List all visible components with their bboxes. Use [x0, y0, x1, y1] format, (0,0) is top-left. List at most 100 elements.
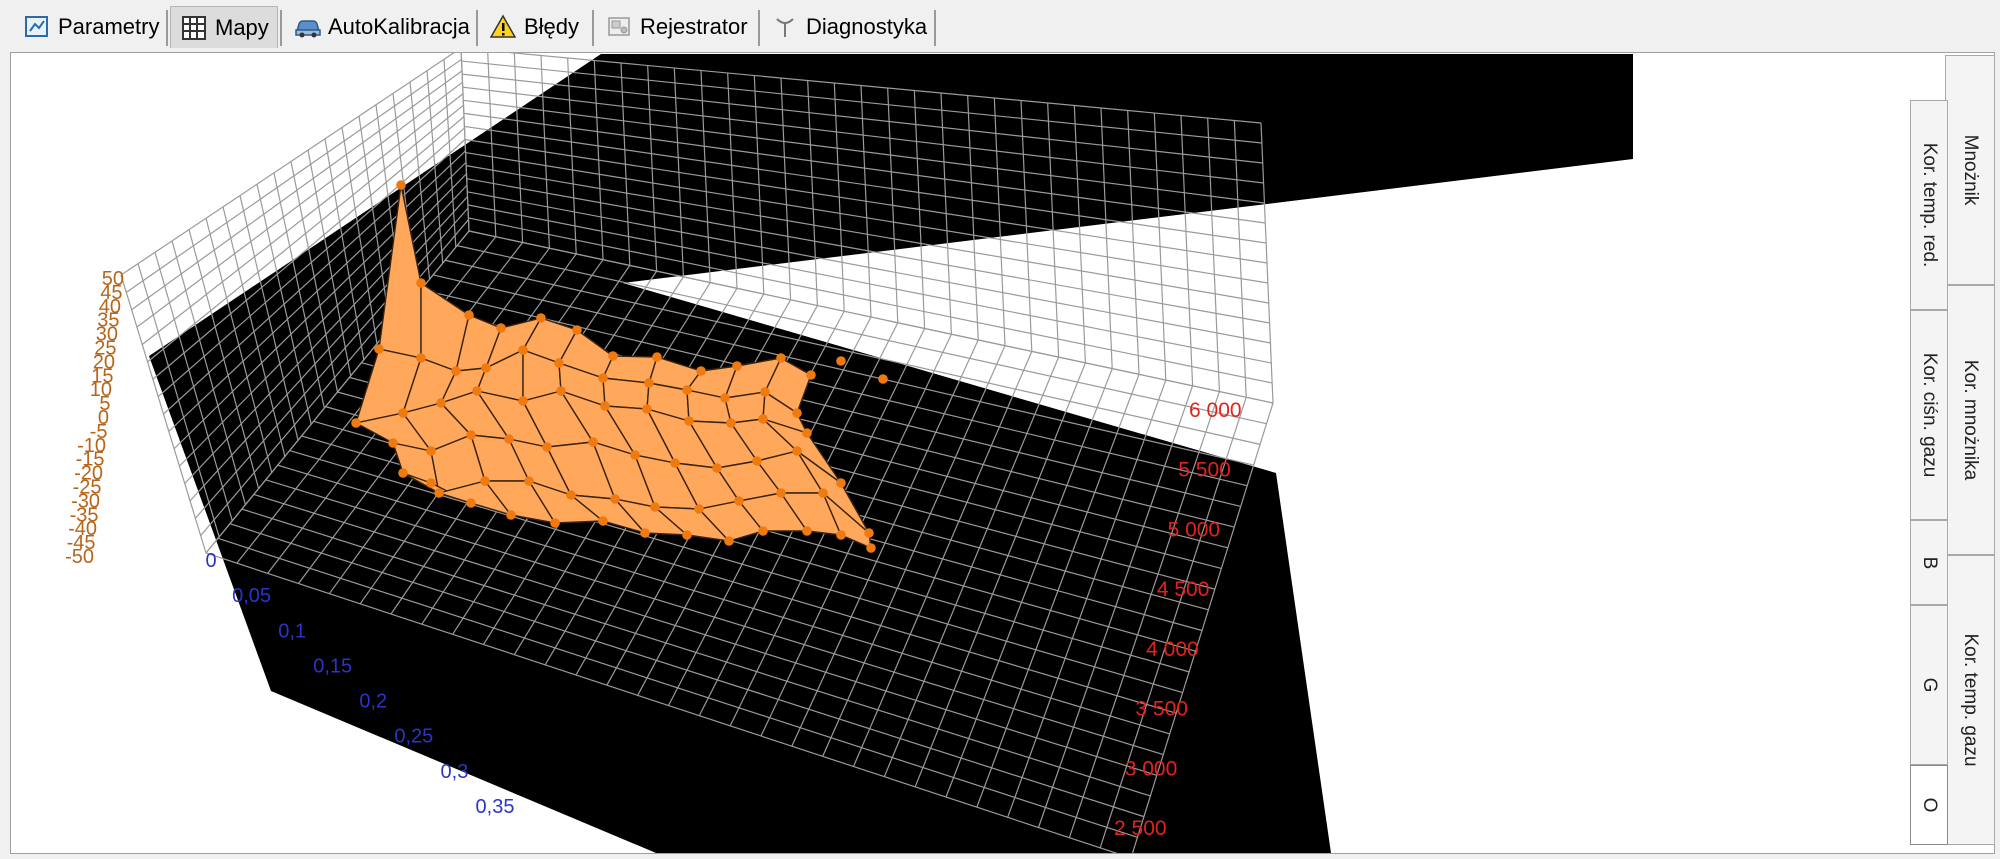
data-point[interactable]: [792, 408, 802, 418]
tab-mapy[interactable]: Mapy: [170, 6, 278, 48]
data-point[interactable]: [806, 370, 816, 380]
side-tab-kor-mnoznika[interactable]: Kor. mnożnika: [1945, 285, 1995, 555]
side-tab-mnoznik[interactable]: Mnożnik: [1945, 55, 1995, 285]
data-point[interactable]: [650, 502, 660, 512]
data-point[interactable]: [588, 437, 598, 447]
data-point[interactable]: [600, 401, 610, 411]
data-point[interactable]: [642, 404, 652, 414]
data-point[interactable]: [388, 438, 398, 448]
data-point[interactable]: [536, 313, 546, 323]
data-point[interactable]: [734, 496, 744, 506]
data-point[interactable]: [398, 408, 408, 418]
side-tab-label: Kor. mnożnika: [1960, 359, 1981, 481]
data-point[interactable]: [726, 418, 736, 428]
data-point[interactable]: [752, 456, 762, 466]
side-tab-kor-temp-gazu[interactable]: Kor. temp. gazu: [1945, 555, 1995, 845]
data-point[interactable]: [504, 434, 514, 444]
data-point[interactable]: [556, 386, 566, 396]
data-point[interactable]: [542, 442, 552, 452]
data-point[interactable]: [684, 416, 694, 426]
data-point[interactable]: [802, 526, 812, 536]
data-point[interactable]: [572, 325, 582, 335]
data-point[interactable]: [472, 386, 482, 396]
data-point[interactable]: [866, 543, 876, 553]
data-point[interactable]: [351, 418, 361, 428]
data-point[interactable]: [792, 446, 802, 456]
data-point[interactable]: [836, 530, 846, 540]
data-point[interactable]: [640, 528, 650, 538]
data-point[interactable]: [630, 450, 640, 460]
data-point[interactable]: [398, 468, 408, 478]
side-tab-o[interactable]: O: [1910, 765, 1948, 845]
tab-rejestrator[interactable]: Rejestrator: [596, 6, 756, 48]
data-point[interactable]: [554, 358, 564, 368]
tab-bledy[interactable]: Błędy: [480, 6, 590, 48]
parameters-icon: [24, 14, 50, 40]
data-point[interactable]: [396, 180, 406, 190]
tab-separator: [758, 10, 760, 46]
data-point[interactable]: [466, 498, 476, 508]
data-point[interactable]: [644, 378, 654, 388]
data-point[interactable]: [374, 344, 384, 354]
data-point[interactable]: [426, 478, 436, 488]
data-point[interactable]: [758, 526, 768, 536]
data-point[interactable]: [694, 504, 704, 514]
side-tab-b[interactable]: B: [1910, 520, 1948, 605]
x-tick-label: 0,15: [313, 655, 352, 677]
side-tab-g[interactable]: G: [1910, 605, 1948, 765]
side-tab-kor-cisn-gazu[interactable]: Kor. ciśn. gazu: [1910, 310, 1948, 520]
data-point[interactable]: [451, 366, 461, 376]
data-point[interactable]: [480, 476, 490, 486]
data-point[interactable]: [682, 385, 692, 395]
data-point[interactable]: [426, 446, 436, 456]
data-point[interactable]: [670, 458, 680, 468]
data-point[interactable]: [506, 510, 516, 520]
data-point[interactable]: [864, 528, 874, 538]
data-point[interactable]: [696, 366, 706, 376]
data-point[interactable]: [518, 396, 528, 406]
data-point[interactable]: [518, 345, 528, 355]
data-point[interactable]: [608, 351, 618, 361]
data-point[interactable]: [836, 356, 846, 366]
data-point[interactable]: [776, 488, 786, 498]
data-point[interactable]: [724, 536, 734, 546]
surface-3d-chart[interactable]: 50454035302520151050-5-10-15-20-25-30-35…: [11, 53, 1906, 853]
x-tick-label: 0,05: [232, 585, 271, 607]
x-tick-label: 0: [205, 550, 216, 572]
side-tab-kor-temp-red[interactable]: Kor. temp. red.: [1910, 100, 1948, 310]
data-point[interactable]: [466, 430, 476, 440]
data-point[interactable]: [818, 488, 828, 498]
data-point[interactable]: [732, 361, 742, 371]
y-tick-label: 6 000: [1189, 399, 1242, 422]
data-point[interactable]: [720, 393, 730, 403]
data-point[interactable]: [598, 516, 608, 526]
data-point[interactable]: [712, 463, 722, 473]
data-point[interactable]: [758, 414, 768, 424]
data-point[interactable]: [598, 373, 608, 383]
x-tick-label: 0,2: [359, 691, 387, 713]
data-point[interactable]: [416, 278, 426, 288]
data-point[interactable]: [416, 353, 426, 363]
data-point[interactable]: [776, 353, 786, 363]
side-tab-label: B: [1919, 556, 1940, 569]
data-point[interactable]: [434, 488, 444, 498]
data-point[interactable]: [836, 478, 846, 488]
tab-parametry[interactable]: Parametry: [14, 6, 164, 48]
tab-autokalibracja[interactable]: AutoKalibracja: [284, 6, 474, 48]
data-point[interactable]: [652, 352, 662, 362]
data-point[interactable]: [481, 363, 491, 373]
data-point[interactable]: [464, 310, 474, 320]
data-point[interactable]: [760, 387, 770, 397]
data-point[interactable]: [496, 323, 506, 333]
data-point[interactable]: [566, 490, 576, 500]
data-point[interactable]: [524, 476, 534, 486]
data-point[interactable]: [802, 428, 812, 438]
data-point[interactable]: [878, 374, 888, 384]
tab-separator: [166, 10, 168, 46]
data-point[interactable]: [550, 518, 560, 528]
data-point[interactable]: [436, 398, 446, 408]
tab-diagnostyka[interactable]: Diagnostyka: [762, 6, 932, 48]
data-point[interactable]: [682, 530, 692, 540]
data-point[interactable]: [610, 494, 620, 504]
side-tab-label: G: [1919, 677, 1940, 693]
